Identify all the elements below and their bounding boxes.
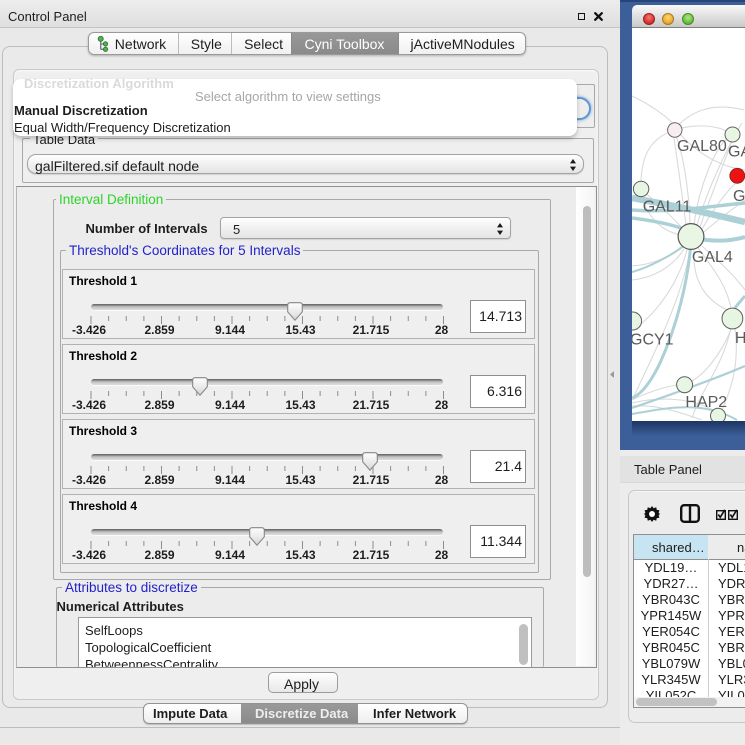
svg-text:GAL4: GAL4 <box>692 249 733 266</box>
svg-text:GAL11: GAL11 <box>643 199 692 216</box>
svg-text:GAL80: GAL80 <box>677 138 727 155</box>
svg-text:GA: GA <box>728 144 745 161</box>
svg-text:HAP2: HAP2 <box>685 394 727 411</box>
svg-text:GCY1: GCY1 <box>632 332 674 349</box>
svg-text:H: H <box>735 330 745 347</box>
svg-text:G: G <box>733 188 745 205</box>
